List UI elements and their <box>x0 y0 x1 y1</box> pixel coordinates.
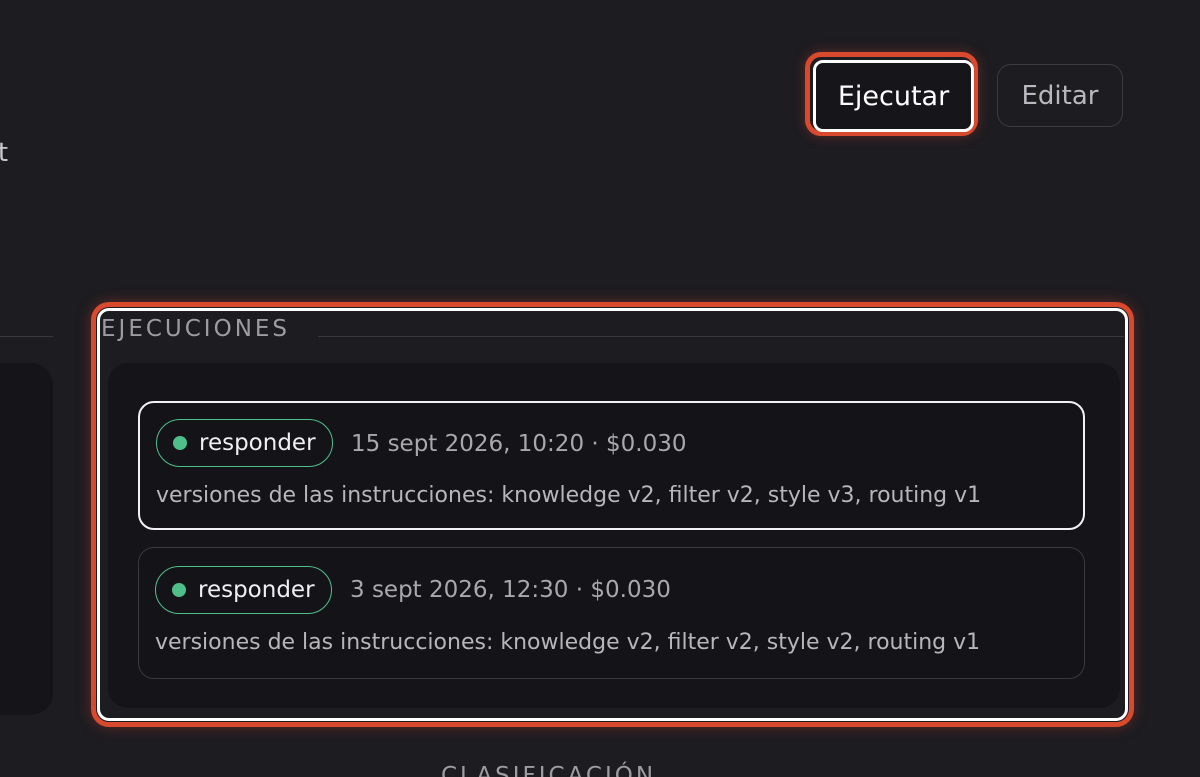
run-versions: versiones de las instrucciones: knowledg… <box>155 630 981 655</box>
status-label: responder <box>198 577 315 603</box>
executions-title: EJECUCIONES <box>101 316 291 342</box>
edit-button[interactable]: Editar <box>997 64 1123 127</box>
run-card[interactable]: responder 15 sept 2026, 10:20 · $0.030 v… <box>138 401 1085 530</box>
run-meta: 15 sept 2026, 10:20 · $0.030 <box>351 431 687 457</box>
status-badge: responder <box>155 566 332 614</box>
run-versions: versiones de las instrucciones: knowledg… <box>156 483 982 508</box>
classification-title: CLASIFICACIÓN <box>441 763 657 777</box>
status-label: responder <box>199 430 316 456</box>
left-section-divider <box>0 336 53 337</box>
status-dot-icon <box>172 583 186 597</box>
header-clipped-text: ot <box>0 138 9 168</box>
run-button[interactable]: Ejecutar <box>813 60 974 132</box>
executions-divider <box>318 336 1124 337</box>
status-badge: responder <box>156 419 333 467</box>
status-dot-icon <box>173 436 187 450</box>
run-meta: 3 sept 2026, 12:30 · $0.030 <box>350 577 671 603</box>
page: ot Ejecutar Editar EJECUCIONES responder… <box>0 0 1200 777</box>
run-card[interactable]: responder 3 sept 2026, 12:30 · $0.030 ve… <box>138 547 1085 679</box>
left-panel <box>0 363 53 715</box>
